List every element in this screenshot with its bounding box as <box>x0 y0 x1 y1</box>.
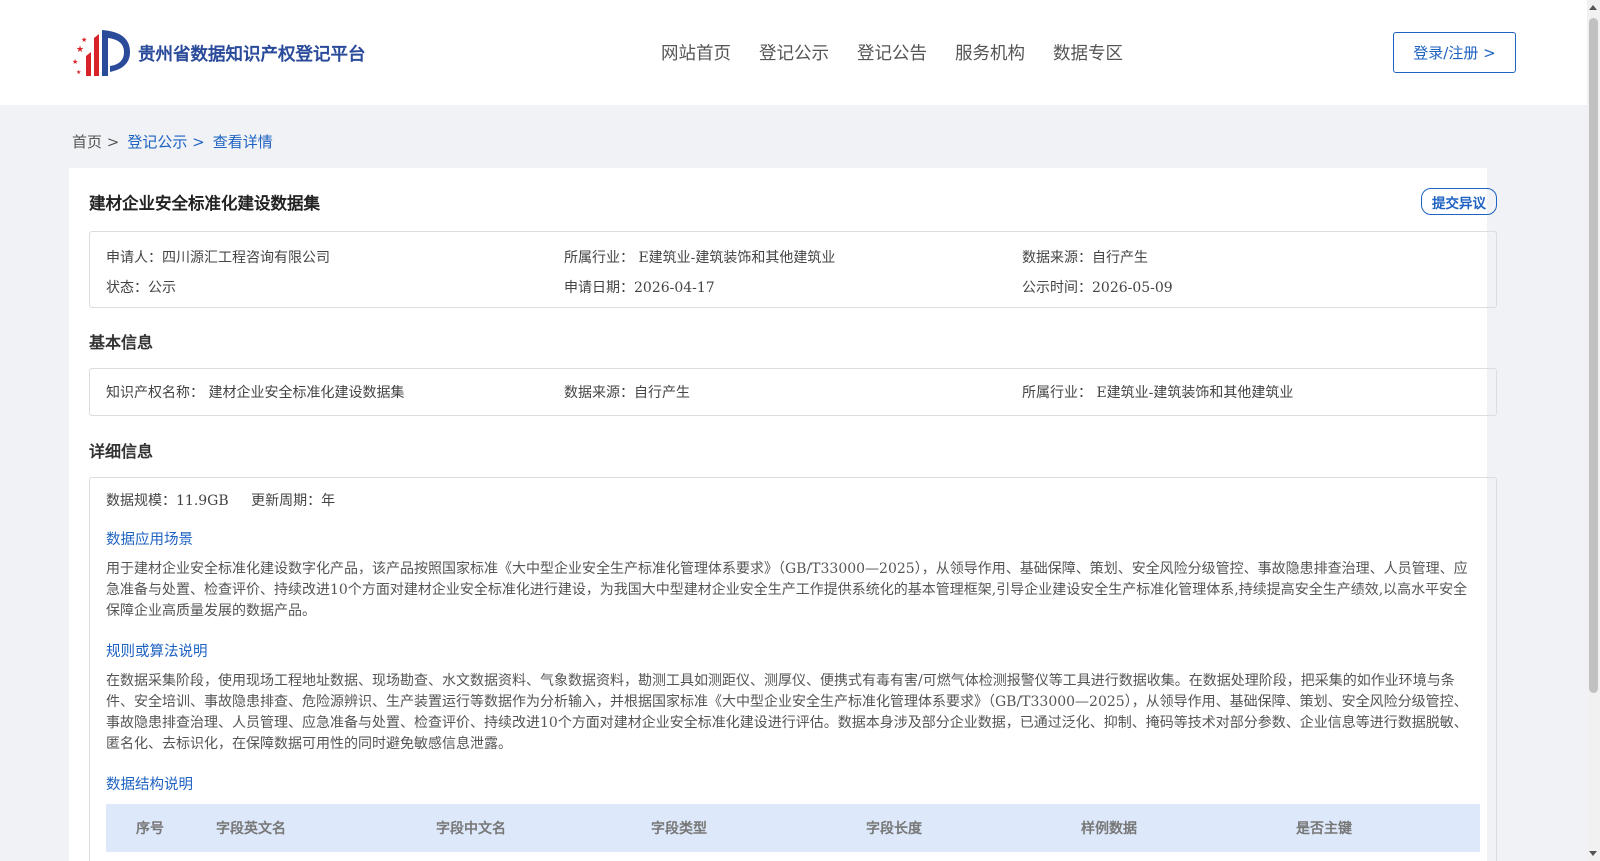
col-primary-key: 是否主键 <box>1296 821 1352 837</box>
nav-registration-announcement[interactable]: 登记公告 <box>857 40 927 65</box>
breadcrumb-home[interactable]: 首页 > <box>72 131 119 152</box>
breadcrumb-current: 查看详情 <box>212 133 273 151</box>
login-register-button[interactable]: 登录/注册 > <box>1393 32 1516 73</box>
svg-text:★: ★ <box>81 36 87 44</box>
apply-date: 申请日期：2026-04-17 <box>564 280 715 296</box>
main-nav: 网站首页 登记公示 登记公告 服务机构 数据专区 <box>661 40 1151 65</box>
basic-industry: 所属行业： E建筑业-建筑装饰和其他建筑业 <box>1022 385 1294 401</box>
struct-title: 数据结构说明 <box>106 777 193 793</box>
col-sample: 样例数据 <box>1081 821 1137 837</box>
site-header: ★ ★ ★ ★ 贵州省数据知识产权登记平台 网站首页 登记公示 登记公告 服务机… <box>0 0 1587 105</box>
detail-info-box: 数据规模：11.9GB 更新周期：年 数据应用场景 用于建材企业安全标准化建设数… <box>89 477 1497 861</box>
site-logo[interactable]: ★ ★ ★ ★ 贵州省数据知识产权登记平台 <box>72 26 366 80</box>
col-length: 字段长度 <box>866 821 922 837</box>
rule-text: 在数据采集阶段，使用现场工程地址数据、现场勘查、水文数据资料、气象数据资料，勘测… <box>106 673 1468 752</box>
page-scrollbar[interactable] <box>1587 0 1600 861</box>
scrollbar-thumb[interactable] <box>1589 18 1598 693</box>
scene-text: 用于建材企业安全标准化建设数字化产品，该产品按照国家标准《大中型企业安全生产标准… <box>106 561 1468 619</box>
basic-data-source: 数据来源：自行产生 <box>564 385 690 401</box>
scene-title: 数据应用场景 <box>106 532 193 548</box>
svg-text:★: ★ <box>72 58 78 66</box>
col-english-name: 字段英文名 <box>216 821 286 837</box>
breadcrumb-section[interactable]: 登记公示 > <box>127 131 204 152</box>
basic-info-box: 知识产权名称： 建材企业安全标准化建设数据集 数据来源：自行产生 所属行业： E… <box>89 368 1497 416</box>
logo-text: 贵州省数据知识产权登记平台 <box>138 44 366 65</box>
nav-home[interactable]: 网站首页 <box>661 40 731 65</box>
submit-objection-button[interactable]: 提交异议 <box>1421 188 1497 215</box>
applicant: 申请人：四川源汇工程咨询有限公司 <box>106 250 330 266</box>
svg-text:★: ★ <box>76 45 84 55</box>
detail-card: 建材企业安全标准化建设数据集 提交异议 申请人：四川源汇工程咨询有限公司 所属行… <box>69 168 1497 861</box>
scroll-down-icon[interactable] <box>1589 851 1597 856</box>
detail-info-title: 详细信息 <box>89 442 154 461</box>
breadcrumb: 首页 > 登记公示 > 查看详情 <box>72 131 281 152</box>
nav-registration-publicity[interactable]: 登记公示 <box>759 40 829 65</box>
public-date: 公示时间：2026-05-09 <box>1022 280 1173 296</box>
industry: 所属行业： E建筑业-建筑装饰和其他建筑业 <box>564 250 836 266</box>
svg-text:★: ★ <box>76 69 81 76</box>
status-badge: 状态：公示 <box>106 280 176 296</box>
page-title: 建材企业安全标准化建设数据集 <box>89 194 320 213</box>
summary-box: 申请人：四川源汇工程咨询有限公司 所属行业： E建筑业-建筑装饰和其他建筑业 数… <box>89 231 1497 308</box>
data-source: 数据来源：自行产生 <box>1022 250 1148 266</box>
scale-line: 数据规模：11.9GB 更新周期：年 <box>106 490 1480 510</box>
nav-data-zone[interactable]: 数据专区 <box>1053 40 1123 65</box>
ip-name: 知识产权名称： 建材企业安全标准化建设数据集 <box>106 385 405 401</box>
table-header-row: 序号 字段英文名 字段中文名 字段类型 字段长度 样例数据 是否主键 <box>106 804 1480 852</box>
scroll-up-icon[interactable] <box>1589 5 1597 10</box>
col-chinese-name: 字段中文名 <box>436 821 506 837</box>
col-type: 字段类型 <box>651 821 707 837</box>
basic-info-title: 基本信息 <box>89 333 154 352</box>
col-index: 序号 <box>136 821 164 837</box>
rule-title: 规则或算法说明 <box>106 644 208 660</box>
data-scale: 数据规模：11.9GB <box>106 493 229 509</box>
nav-service-agencies[interactable]: 服务机构 <box>955 40 1025 65</box>
logo-icon: ★ ★ ★ ★ <box>72 30 130 76</box>
update-period: 更新周期：年 <box>251 493 336 509</box>
